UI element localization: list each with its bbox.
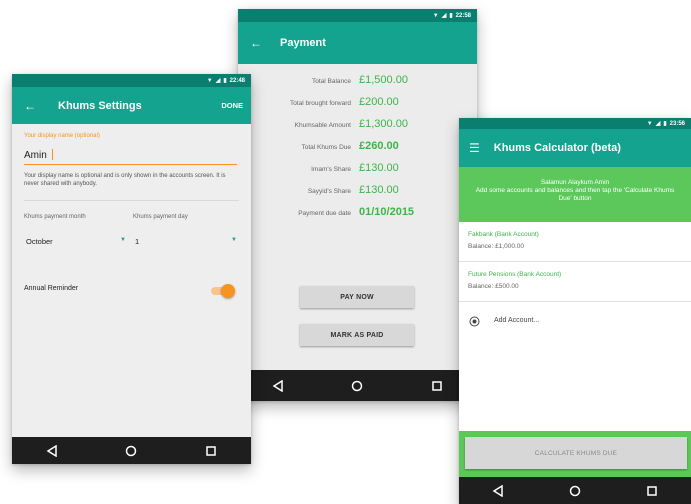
calculator-screen: ▼ ◢ ▮ 23:56 ☰ Khums Calculator (beta) Sa…: [459, 118, 691, 504]
payment-day-select[interactable]: 1 ▼: [133, 234, 239, 250]
app-bar: ☰ Khums Calculator (beta): [459, 129, 691, 167]
nav-bar: [238, 370, 477, 401]
mark-as-paid-button[interactable]: MARK AS PAID: [300, 324, 414, 346]
app-bar: ← Khums Settings DONE: [12, 87, 251, 124]
row-value: £1,300.00: [359, 118, 408, 130]
account-name: Fakbank (Bank Account): [468, 231, 539, 238]
home-circle-icon[interactable]: [125, 445, 137, 457]
row-value: 01/10/2015: [359, 206, 415, 218]
annual-reminder-label: Annual Reminder: [24, 285, 79, 292]
summary-row: Total Balance £1,500.00: [238, 72, 477, 92]
signal-icon: ◢: [655, 121, 661, 127]
selected-day: 1: [135, 237, 140, 246]
status-time: 23:56: [669, 120, 685, 127]
home-circle-icon[interactable]: [569, 485, 581, 497]
back-triangle-icon[interactable]: [492, 484, 504, 497]
display-name-field[interactable]: Amin: [24, 146, 237, 165]
battery-icon: ▮: [449, 13, 453, 19]
row-value: £130.00: [359, 184, 399, 196]
display-name-help: Your display name is optional and is onl…: [24, 173, 226, 187]
row-label: Total Balance: [311, 78, 351, 85]
row-label: Total brought forward: [289, 100, 351, 107]
wifi-icon: ▼: [206, 77, 213, 84]
back-triangle-icon[interactable]: [46, 444, 58, 457]
recents-square-icon[interactable]: [431, 380, 443, 392]
calculate-khums-due-button[interactable]: CALCULATE KHUMS DUE: [465, 437, 687, 469]
pay-now-button[interactable]: PAY NOW: [300, 286, 414, 308]
summary-row: Total Khums Due £260.00: [238, 138, 477, 158]
welcome-greeting: Salamun Alaykum Amin: [540, 179, 610, 186]
signal-icon: ◢: [441, 13, 447, 19]
toggle-thumb: [221, 284, 235, 298]
arrow-left-icon[interactable]: ←: [24, 99, 36, 113]
row-value: £130.00: [359, 162, 399, 174]
display-name-value: Amin: [24, 150, 47, 161]
nav-bar: [459, 477, 691, 504]
selected-month: October: [26, 237, 53, 246]
row-value: £200.00: [359, 96, 399, 108]
wifi-icon: ▼: [646, 120, 653, 127]
summary-row: Payment due date 01/10/2015: [238, 204, 477, 224]
page-title: Payment: [280, 37, 326, 49]
divider: [24, 200, 239, 201]
status-bar: ▼ ◢ ▮ 22:58: [238, 9, 477, 22]
row-value: £1,500.00: [359, 74, 408, 86]
bottom-panel: CALCULATE KHUMS DUE: [459, 431, 691, 477]
account-item[interactable]: Future Pensions (Bank Account) Balance: …: [459, 262, 691, 302]
page-title: Khums Calculator (beta): [493, 142, 621, 154]
app-bar: ← Payment: [238, 22, 477, 64]
status-time: 22:48: [229, 77, 245, 84]
row-label: Total Khums Due: [301, 144, 352, 151]
text-cursor: [52, 149, 53, 160]
welcome-banner: Salamun Alaykum Amin Add some accounts a…: [459, 167, 691, 222]
row-label: Imam's Share: [311, 166, 351, 173]
annual-reminder-toggle[interactable]: [211, 284, 235, 298]
payment-day-label: Khums payment day: [133, 214, 188, 220]
add-account-label: Add Account...: [494, 317, 540, 324]
arrow-left-icon[interactable]: ←: [250, 36, 262, 50]
recents-square-icon[interactable]: [205, 445, 217, 457]
home-circle-icon[interactable]: [351, 380, 363, 392]
status-bar: ▼ ◢ ▮ 23:56: [459, 118, 691, 129]
summary-row: Imam's Share £130.00: [238, 160, 477, 180]
display-name-label: Your display name (optional): [24, 133, 100, 139]
account-balance: Balance: £1,000.00: [468, 243, 525, 250]
signal-icon: ◢: [215, 78, 221, 84]
summary-row: Total brought forward £200.00: [238, 94, 477, 114]
payment-screen: ▼ ◢ ▮ 22:58 ← Payment Total Balance £1,5…: [238, 9, 477, 401]
row-value: £260.00: [359, 140, 399, 152]
done-button[interactable]: DONE: [221, 101, 243, 110]
summary-row: Khumsable Amount £1,300.00: [238, 116, 477, 136]
dropdown-arrow-icon: ▼: [120, 237, 126, 243]
account-name: Future Pensions (Bank Account): [468, 271, 562, 278]
status-bar: ▼ ◢ ▮ 22:48: [12, 74, 251, 87]
add-account-item[interactable]: Add Account...: [459, 302, 691, 340]
row-label: Payment due date: [298, 210, 351, 217]
dropdown-arrow-icon: ▼: [231, 237, 237, 243]
account-item[interactable]: Fakbank (Bank Account) Balance: £1,000.0…: [459, 222, 691, 262]
wifi-icon: ▼: [432, 12, 439, 19]
settings-screen: ▼ ◢ ▮ 22:48 ← Khums Settings DONE Your d…: [12, 74, 251, 464]
payment-month-select[interactable]: October ▼: [24, 234, 128, 250]
row-label: Khumsable Amount: [294, 122, 351, 129]
row-label: Sayyid's Share: [307, 188, 351, 195]
summary-row: Sayyid's Share £130.00: [238, 182, 477, 202]
account-balance: Balance: £500.00: [468, 283, 519, 290]
battery-icon: ▮: [663, 121, 667, 127]
page-title: Khums Settings: [58, 99, 142, 112]
back-triangle-icon[interactable]: [272, 379, 284, 392]
status-time: 22:58: [455, 12, 471, 19]
welcome-instructions: Add some accounts and balances and then …: [475, 187, 675, 202]
recents-square-icon[interactable]: [646, 485, 658, 497]
hamburger-menu-icon[interactable]: ☰: [469, 141, 480, 155]
nav-bar: [12, 437, 251, 464]
payment-month-label: Khums payment month: [24, 214, 86, 220]
battery-icon: ▮: [223, 78, 227, 84]
add-circle-icon: [469, 316, 480, 327]
